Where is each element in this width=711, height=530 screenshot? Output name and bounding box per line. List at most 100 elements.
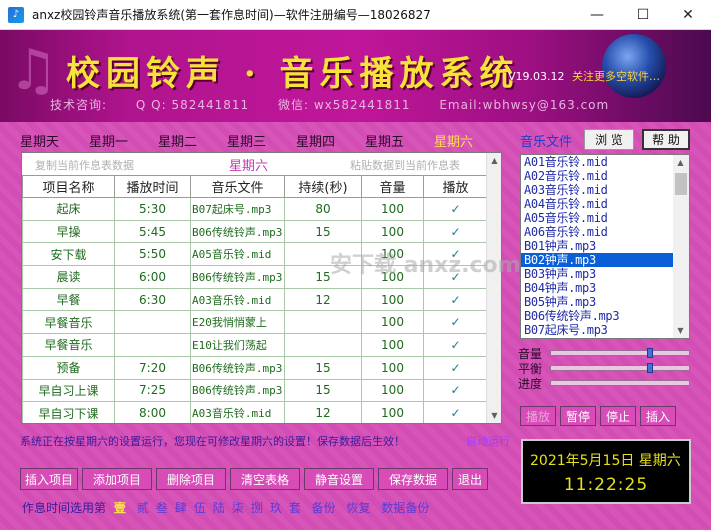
cell-play[interactable]: ✓ xyxy=(423,310,488,335)
cell-file[interactable]: B06传统铃声.mp3 xyxy=(190,265,285,289)
file-list-item[interactable]: A03音乐铃.mid xyxy=(521,183,689,197)
table-row[interactable]: 早餐音乐 E20我悄悄蒙上 100 ✓ xyxy=(22,310,488,335)
timetable-option[interactable]: 肆 xyxy=(175,501,187,515)
scroll-down-icon[interactable]: ▼ xyxy=(673,323,688,338)
cell-time[interactable]: 5:30 xyxy=(114,197,191,221)
table-row[interactable]: 早自习上课 7:25 B06传统铃声.mp3 15 100 ✓ xyxy=(22,378,488,403)
cell-duration[interactable]: 15 xyxy=(284,355,362,380)
table-row[interactable]: 早操 5:45 B06传统铃声.mp3 15 100 ✓ xyxy=(22,219,488,244)
pause-button[interactable]: 暂停 xyxy=(560,406,596,426)
file-list-item[interactable]: B02钟声.mp3 xyxy=(521,253,689,267)
scroll-down-icon[interactable]: ▼ xyxy=(487,408,501,423)
cell-time[interactable]: 5:50 xyxy=(114,242,191,267)
file-list-item[interactable]: B07起床号.mp3 xyxy=(521,323,689,337)
cell-time[interactable]: 6:00 xyxy=(114,265,191,289)
cell-time[interactable] xyxy=(114,333,191,357)
file-list-item[interactable]: A06音乐铃.mid xyxy=(521,225,689,239)
file-list-item[interactable]: B01钟声.mp3 xyxy=(521,239,689,253)
balance-slider[interactable] xyxy=(550,363,690,373)
day-tab[interactable]: 星期天 xyxy=(20,130,89,150)
volume-knob[interactable] xyxy=(647,348,654,358)
paste-schedule-link[interactable]: 粘贴数据到当前作息表 xyxy=(350,157,460,173)
timetable-option[interactable]: 伍 xyxy=(194,501,206,515)
table-row[interactable]: 预备 7:20 B06传统铃声.mp3 15 100 ✓ xyxy=(22,355,488,380)
delete-item-button[interactable]: 删除项目 xyxy=(156,468,226,490)
volume-slider[interactable] xyxy=(550,348,690,358)
cell-name[interactable]: 安下载 xyxy=(22,242,115,267)
insert-item-button[interactable]: 插入项目 xyxy=(20,468,78,490)
stop-button[interactable]: 停止 xyxy=(600,406,636,426)
cell-volume[interactable]: 100 xyxy=(361,197,424,221)
cell-play[interactable]: ✓ xyxy=(423,287,488,312)
cell-volume[interactable]: 100 xyxy=(361,287,424,312)
cell-name[interactable]: 早操 xyxy=(22,219,115,244)
file-list-item[interactable]: B03钟声.mp3 xyxy=(521,267,689,281)
table-row[interactable]: 早自习下课 8:00 A03音乐铃.mid 12 100 ✓ xyxy=(22,401,488,423)
cell-duration[interactable] xyxy=(284,242,362,267)
play-button[interactable]: 播放 xyxy=(520,406,556,426)
cell-play[interactable]: ✓ xyxy=(423,197,488,221)
cell-time[interactable]: 7:25 xyxy=(114,378,191,403)
exit-button[interactable]: 退出 xyxy=(452,468,488,490)
minimize-button[interactable]: — xyxy=(574,0,620,30)
data-backup-link[interactable]: 数据备份 xyxy=(381,501,429,515)
cell-volume[interactable]: 100 xyxy=(361,265,424,289)
cell-file[interactable]: A03音乐铃.mid xyxy=(190,401,285,423)
day-tab[interactable]: 星期三 xyxy=(227,130,296,150)
timetable-option[interactable]: 柒 xyxy=(232,501,244,515)
cell-name[interactable]: 晨读 xyxy=(22,265,115,289)
cell-play[interactable]: ✓ xyxy=(423,242,488,267)
cell-name[interactable]: 早餐 xyxy=(22,287,115,312)
file-list-item[interactable]: B06传统铃声.mp3 xyxy=(521,309,689,323)
cell-volume[interactable]: 100 xyxy=(361,333,424,357)
column-header[interactable]: 持续(秒) xyxy=(284,175,362,198)
cell-name[interactable]: 早餐音乐 xyxy=(22,310,115,335)
browse-button[interactable]: 浏 览 xyxy=(584,129,634,150)
cell-duration[interactable]: 12 xyxy=(284,287,362,312)
cell-volume[interactable]: 100 xyxy=(361,242,424,267)
schedule-scrollbar[interactable]: ▲ ▼ xyxy=(486,153,501,423)
column-header[interactable]: 项目名称 xyxy=(22,175,115,198)
cell-name[interactable]: 起床 xyxy=(22,197,115,221)
music-file-list[interactable]: A01音乐铃.mid A02音乐铃.mid A03音乐铃.mid A04音乐铃.mid… xyxy=(520,154,690,339)
file-list-item[interactable]: A05音乐铃.mid xyxy=(521,211,689,225)
scroll-thumb[interactable] xyxy=(675,173,687,195)
timetable-option[interactable]: 套 xyxy=(289,501,301,515)
cell-file[interactable]: A03音乐铃.mid xyxy=(190,287,285,312)
cell-time[interactable]: 7:20 xyxy=(114,355,191,380)
cell-duration[interactable]: 15 xyxy=(284,378,362,403)
cell-file[interactable]: E20我悄悄蒙上 xyxy=(190,310,285,335)
scroll-up-icon[interactable]: ▲ xyxy=(487,153,501,168)
day-tab[interactable]: 星期五 xyxy=(365,130,434,150)
cell-time[interactable]: 8:00 xyxy=(114,401,191,423)
cell-play[interactable]: ✓ xyxy=(423,378,488,403)
day-tab[interactable]: 星期一 xyxy=(89,130,158,150)
cell-duration[interactable] xyxy=(284,333,362,357)
file-list-item[interactable]: B04钟声.mp3 xyxy=(521,281,689,295)
cell-play[interactable]: ✓ xyxy=(423,265,488,289)
cell-name[interactable]: 早自习上课 xyxy=(22,378,115,403)
column-header[interactable]: 音量 xyxy=(361,175,424,198)
file-list-item[interactable]: A04音乐铃.mid xyxy=(521,197,689,211)
column-header[interactable]: 播放 xyxy=(423,175,488,198)
cell-time[interactable]: 5:45 xyxy=(114,219,191,244)
column-header[interactable]: 音乐文件 xyxy=(190,175,285,198)
cell-duration[interactable] xyxy=(284,310,362,335)
cell-volume[interactable]: 100 xyxy=(361,219,424,244)
add-item-button[interactable]: 添加项目 xyxy=(82,468,152,490)
progress-slider[interactable] xyxy=(550,380,690,386)
table-row[interactable]: 起床 5:30 B07起床号.mp3 80 100 ✓ xyxy=(22,197,488,221)
cell-time[interactable]: 6:30 xyxy=(114,287,191,312)
cell-duration[interactable]: 15 xyxy=(284,265,362,289)
file-list-item[interactable]: A02音乐铃.mid xyxy=(521,169,689,183)
cell-file[interactable]: B06传统铃声.mp3 xyxy=(190,219,285,244)
cell-file[interactable]: B06传统铃声.mp3 xyxy=(190,378,285,403)
day-tab[interactable]: 星期六 xyxy=(434,130,503,150)
cell-volume[interactable]: 100 xyxy=(361,355,424,380)
cell-volume[interactable]: 100 xyxy=(361,378,424,403)
timetable-option-selected[interactable]: 壹 xyxy=(114,501,126,515)
table-row[interactable]: 安下载 5:50 A05音乐铃.mid 100 ✓ xyxy=(22,242,488,267)
copy-schedule-link[interactable]: 复制当前作息表数据 xyxy=(35,157,134,173)
cell-time[interactable] xyxy=(114,310,191,335)
cell-file[interactable]: B07起床号.mp3 xyxy=(190,197,285,221)
